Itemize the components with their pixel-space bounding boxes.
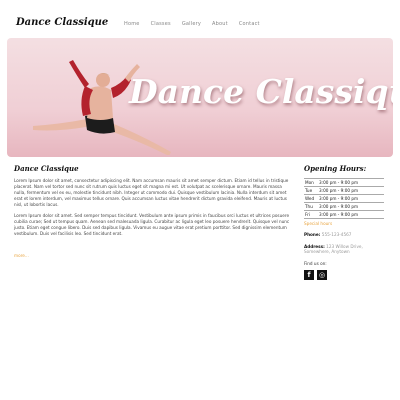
sidebar: Opening Hours: Mon 3:00 pm - 9:00 pm Tue 3… [304, 164, 386, 280]
special-hours-link[interactable]: Special hours [304, 221, 386, 226]
phone-label: Phone: [304, 232, 321, 237]
hours-time: 3:00 pm - 9:00 pm [318, 194, 384, 203]
opening-hours-heading: Opening Hours: [304, 164, 367, 173]
more-link[interactable]: more... [14, 253, 29, 258]
site-logo[interactable]: Dance Classique [16, 17, 108, 28]
content-paragraph-1: Lorem Ipsum dolor sit amet, consectetur … [14, 178, 289, 207]
phone-info: Phone: 555-123-4567 [304, 232, 386, 238]
social-links: f ◎ [304, 270, 386, 280]
facebook-icon[interactable]: f [304, 270, 314, 280]
content-paragraph-2: Lorem Ipsum dolor sit amet. Sed semper t… [14, 213, 290, 236]
nav-link-about[interactable]: About [212, 21, 228, 27]
instagram-icon[interactable]: ◎ [317, 270, 327, 280]
hours-day: Wed [304, 194, 318, 203]
nav-link-home[interactable]: Home [124, 21, 140, 27]
find-us-text: Find us on: [304, 260, 327, 266]
main-nav: Home Classes Gallery About Contact [124, 21, 260, 27]
hours-day: Thu [304, 202, 318, 211]
hours-row: Wed 3:00 pm - 9:00 pm [304, 194, 384, 203]
site-header: Dance Classique Home Classes Gallery Abo… [0, 0, 400, 36]
address-info: Address: 123 Willow Drive, Somewhere, An… [304, 244, 386, 255]
nav-link-classes[interactable]: Classes [151, 21, 171, 27]
hours-row: Mon 3:00 pm - 9:00 pm [304, 178, 384, 187]
hours-day: Tue [304, 186, 318, 195]
hours-time: 3:00 pm - 9:00 pm [318, 178, 384, 187]
content-heading: Dance Classique [14, 164, 79, 173]
hours-time: 3:00 pm - 9:00 pm [318, 202, 384, 211]
address-label: Address: [304, 243, 325, 249]
nav-link-gallery[interactable]: Gallery [182, 21, 201, 27]
hours-time: 3:00 pm - 9:00 pm [318, 186, 384, 195]
hours-table: Mon 3:00 pm - 9:00 pm Tue 3:00 pm - 9:00 p… [304, 178, 384, 219]
hero-banner: Dance Classique [7, 38, 393, 157]
hero-title: Dance Classique [129, 72, 393, 111]
main-content: Dance Classique Lorem Ipsum dolor sit am… [14, 164, 292, 261]
hours-time: 3:00 pm - 9:00 pm [318, 210, 384, 219]
nav-link-contact[interactable]: Contact [239, 21, 260, 27]
phone-value: 555-123-4567 [321, 232, 352, 237]
hours-day: Fri [304, 210, 318, 219]
hours-row: Tue 3:00 pm - 9:00 pm [304, 186, 384, 195]
hours-row: Fri 3:00 pm - 9:00 pm [304, 210, 384, 219]
hours-day: Mon [304, 178, 318, 187]
hours-row: Thu 3:00 pm - 9:00 pm [304, 202, 384, 211]
